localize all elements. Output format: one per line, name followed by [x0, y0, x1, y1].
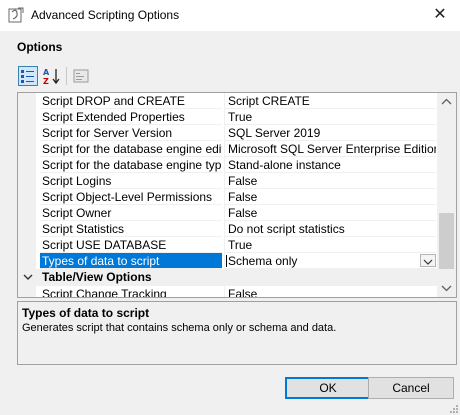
property-row[interactable]: Script Owner False [18, 205, 438, 221]
chevron-down-icon [23, 274, 33, 280]
property-name: Types of data to script [40, 253, 222, 269]
vertical-scrollbar[interactable] [437, 93, 456, 297]
scrollbar-thumb[interactable] [439, 213, 454, 269]
property-row[interactable]: Script Statistics Do not script statisti… [18, 221, 438, 237]
scroll-down-button[interactable] [437, 280, 456, 297]
options-heading: Options [17, 40, 63, 54]
property-grid-toolbar: A Z [17, 63, 457, 89]
property-name: Script for Server Version [40, 125, 222, 141]
property-name: Script Logins [40, 173, 222, 189]
property-name: Script for the database engine type [40, 158, 222, 173]
description-panel: Types of data to script Generates script… [17, 301, 457, 365]
property-pages-button[interactable] [71, 66, 91, 86]
property-row[interactable]: Script for the database engine type Stan… [18, 157, 438, 173]
property-value[interactable]: False [225, 205, 436, 221]
property-row[interactable]: Script Change Tracking False [18, 286, 438, 297]
dialog-body: Options A Z Script DROP and CREATE Scrip… [0, 31, 460, 415]
property-rows: Script DROP and CREATE Script CREATE Scr… [18, 93, 438, 297]
description-text: Generates script that contains schema on… [22, 322, 337, 334]
categorized-view-icon [21, 70, 34, 83]
property-name: Script USE DATABASE [40, 237, 222, 253]
property-name: Script Statistics [40, 221, 222, 237]
window-title: Advanced Scripting Options [31, 8, 180, 22]
alphabetical-button[interactable]: A Z [42, 66, 62, 86]
toolbar-separator [66, 67, 67, 85]
ok-button[interactable]: OK [285, 377, 371, 399]
property-value[interactable]: Do not script statistics [225, 221, 436, 237]
property-value[interactable]: False [225, 189, 436, 205]
description-title: Types of data to script [22, 306, 150, 320]
property-name: Script Change Tracking [40, 286, 222, 297]
property-name: Script Owner [40, 205, 222, 221]
close-icon: ✕ [433, 6, 447, 23]
types-of-data-dropdown[interactable]: Schema only [225, 253, 436, 269]
category-label: Table/View Options [42, 270, 152, 284]
property-row[interactable]: Script Object-Level Permissions False [18, 189, 438, 205]
chevron-up-icon [441, 98, 452, 105]
property-row[interactable]: Script Logins False [18, 173, 438, 189]
categorized-button[interactable] [18, 66, 38, 86]
property-value[interactable]: SQL Server 2019 [225, 125, 436, 141]
category-row[interactable]: Table/View Options [18, 269, 438, 286]
scroll-up-button[interactable] [437, 93, 456, 110]
chevron-down-icon [441, 285, 452, 292]
property-row[interactable]: Script for Server Version SQL Server 201… [18, 125, 438, 141]
property-value[interactable]: False [225, 286, 436, 297]
property-pages-icon [73, 69, 89, 83]
property-row-selected[interactable]: Types of data to script Schema only [18, 253, 438, 269]
collapse-toggle[interactable] [20, 269, 36, 286]
property-value[interactable]: True [225, 237, 436, 253]
property-value[interactable]: True [225, 109, 436, 125]
dropdown-value: Schema only [228, 254, 298, 268]
resize-grip-icon[interactable] [448, 403, 458, 413]
dropdown-button[interactable] [420, 254, 436, 267]
close-button[interactable]: ✕ [426, 3, 454, 27]
property-row[interactable]: Script Extended Properties True [18, 109, 438, 125]
svg-text:Z: Z [43, 77, 49, 86]
property-row[interactable]: Script DROP and CREATE Script CREATE [18, 93, 438, 109]
property-name: Script DROP and CREATE [40, 93, 222, 109]
property-grid: Script DROP and CREATE Script CREATE Scr… [17, 92, 457, 298]
property-value[interactable]: Stand-alone instance [225, 157, 436, 173]
property-value[interactable]: False [225, 173, 436, 189]
property-name: Script Object-Level Permissions [40, 189, 222, 205]
sort-alphabetical-icon: A Z [43, 68, 60, 86]
svg-text:A: A [43, 68, 50, 77]
text-caret [226, 255, 227, 267]
property-name: Script for the database engine edition [40, 142, 222, 157]
property-row[interactable]: Script USE DATABASE True [18, 237, 438, 253]
property-value[interactable]: Script CREATE [225, 93, 436, 109]
ssms-app-icon [8, 7, 24, 23]
title-bar: Advanced Scripting Options ✕ [0, 0, 460, 31]
property-value[interactable]: Microsoft SQL Server Enterprise Edition [225, 141, 436, 157]
property-row[interactable]: Script for the database engine edition M… [18, 141, 438, 157]
property-name: Script Extended Properties [40, 109, 222, 125]
chevron-down-icon [423, 259, 433, 265]
cancel-button[interactable]: Cancel [368, 377, 454, 399]
